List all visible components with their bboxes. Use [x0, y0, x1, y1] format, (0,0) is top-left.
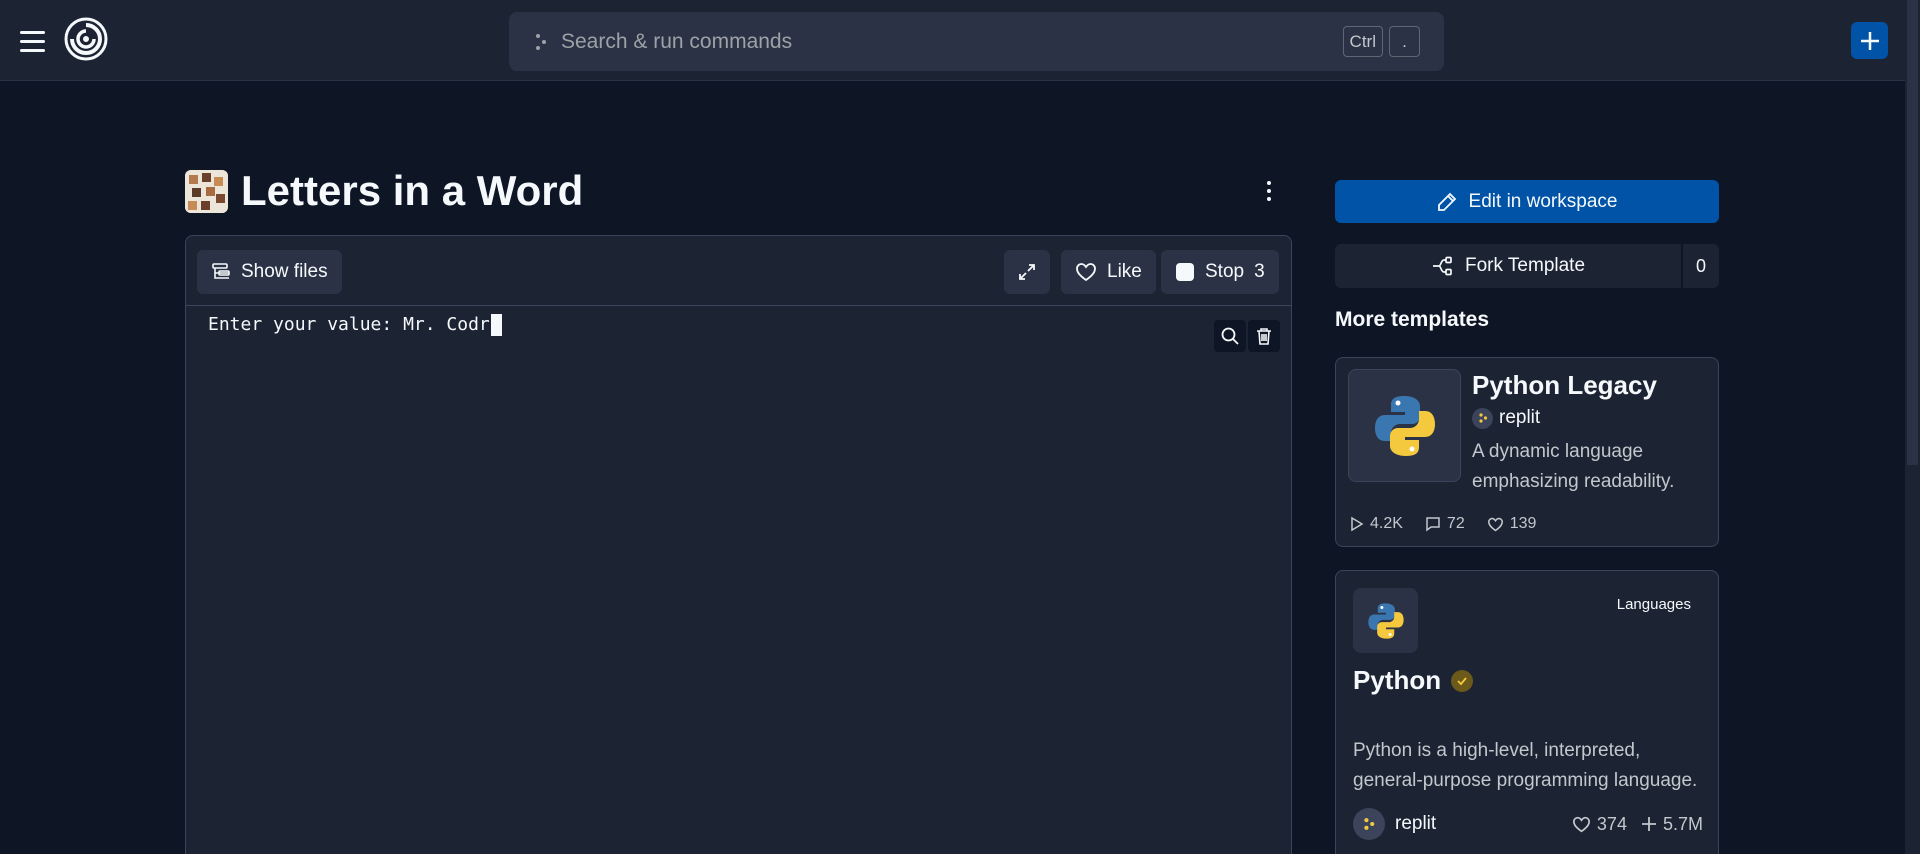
- template-author-name: replit: [1499, 407, 1541, 428]
- template-description: A dynamic language emphasizing readabili…: [1472, 441, 1675, 492]
- category-badge: Languages: [1616, 596, 1691, 613]
- template-title: Python: [1353, 665, 1474, 696]
- comments-stat: 72: [1425, 515, 1465, 533]
- verified-check-icon: [1451, 669, 1474, 692]
- replit-avatar-icon: [1472, 407, 1493, 429]
- like-button[interactable]: Like: [1061, 250, 1156, 294]
- trash-icon: [1257, 328, 1271, 345]
- console-toolbar: Show files Like Stop 3: [186, 236, 1291, 306]
- template-card-python-legacy[interactable]: Python Legacy replit A dynamic language …: [1335, 357, 1719, 547]
- plus-icon: [1860, 31, 1879, 50]
- fork-label: Fork Template: [1464, 255, 1586, 276]
- repl-thumbnail: [185, 169, 228, 213]
- shortcut-key-period: .: [1389, 26, 1420, 57]
- template-author[interactable]: replit: [1353, 808, 1572, 840]
- console-output-text: Enter your value: Mr. Codr: [208, 314, 490, 335]
- show-files-label: Show files: [241, 261, 328, 282]
- runs-stat: 4.2K: [1350, 515, 1403, 533]
- stop-label: Stop: [1205, 261, 1245, 282]
- files-icon: [212, 263, 230, 279]
- comment-icon: [1426, 517, 1440, 532]
- template-author-name: replit: [1395, 813, 1437, 834]
- replit-avatar-icon: [1353, 808, 1385, 840]
- likes-count: 374: [1596, 813, 1627, 834]
- search-bar[interactable]: Search & run commands Ctrl .: [509, 12, 1444, 71]
- page-scrollbar[interactable]: [1905, 0, 1920, 854]
- pencil-icon: [1437, 192, 1456, 211]
- search-icon: [1221, 327, 1239, 345]
- python-logo-icon: [1348, 369, 1461, 482]
- template-card-python[interactable]: Languages Python Python is a high-level,…: [1335, 570, 1719, 854]
- more-templates-heading: More templates: [1335, 308, 1490, 331]
- fork-count: 0: [1683, 244, 1719, 288]
- stop-icon: [1176, 263, 1194, 281]
- forks-stat: 5.7M: [1641, 814, 1703, 835]
- console-clear-button[interactable]: [1248, 320, 1280, 352]
- edit-in-workspace-button[interactable]: Edit in workspace: [1335, 180, 1719, 223]
- play-icon: [1351, 516, 1364, 532]
- more-options-icon[interactable]: [1258, 178, 1280, 204]
- fork-icon: [1432, 256, 1452, 276]
- edit-label: Edit in workspace: [1468, 190, 1618, 212]
- stop-count: 3: [1254, 261, 1265, 282]
- forks-count: 5.7M: [1662, 813, 1703, 834]
- console-actions: [1214, 320, 1280, 352]
- search-placeholder: Search & run commands: [561, 29, 793, 53]
- template-author[interactable]: replit: [1472, 407, 1540, 429]
- template-title-text: Python: [1353, 665, 1442, 695]
- top-bar: Search & run commands Ctrl .: [0, 0, 1905, 81]
- page-title: Letters in a Word: [241, 167, 584, 214]
- replit-logo[interactable]: [64, 17, 108, 61]
- python-logo-icon: [1353, 588, 1418, 653]
- heart-icon: [1487, 517, 1503, 531]
- heart-icon: [1572, 816, 1590, 832]
- template-footer: replit 374 5.7M: [1353, 808, 1703, 840]
- create-button[interactable]: [1851, 22, 1888, 59]
- runs-count: 4.2K: [1370, 515, 1403, 532]
- fork-template-button[interactable]: Fork Template: [1335, 244, 1681, 288]
- text-cursor: [490, 314, 502, 336]
- likes-stat: 374: [1572, 814, 1627, 835]
- like-label: Like: [1107, 261, 1142, 282]
- comments-count: 72: [1446, 515, 1465, 532]
- show-files-button[interactable]: Show files: [197, 250, 342, 294]
- expand-button[interactable]: [1004, 250, 1050, 294]
- template-stats: 374 5.7M: [1572, 814, 1703, 835]
- template-description: Python is a high-level, interpreted, gen…: [1353, 740, 1698, 791]
- console-search-button[interactable]: [1214, 320, 1246, 352]
- console-panel: Show files Like Stop 3 Enter your value:…: [185, 235, 1292, 854]
- menu-icon[interactable]: [12, 22, 52, 60]
- template-stats: 4.2K 72 139: [1350, 515, 1536, 533]
- repl-header: Letters in a Word: [185, 167, 584, 214]
- shortcut-key-ctrl: Ctrl: [1342, 26, 1383, 57]
- command-icon: [536, 33, 546, 50]
- expand-icon: [1019, 264, 1035, 280]
- stop-button[interactable]: Stop 3: [1161, 250, 1279, 294]
- console-output[interactable]: Enter your value: Mr. Codr: [208, 311, 502, 339]
- template-title: Python Legacy: [1472, 370, 1657, 400]
- plus-icon: [1641, 817, 1656, 831]
- heart-icon: [1076, 263, 1096, 282]
- likes-stat: 139: [1487, 515, 1537, 533]
- likes-count: 139: [1509, 515, 1537, 532]
